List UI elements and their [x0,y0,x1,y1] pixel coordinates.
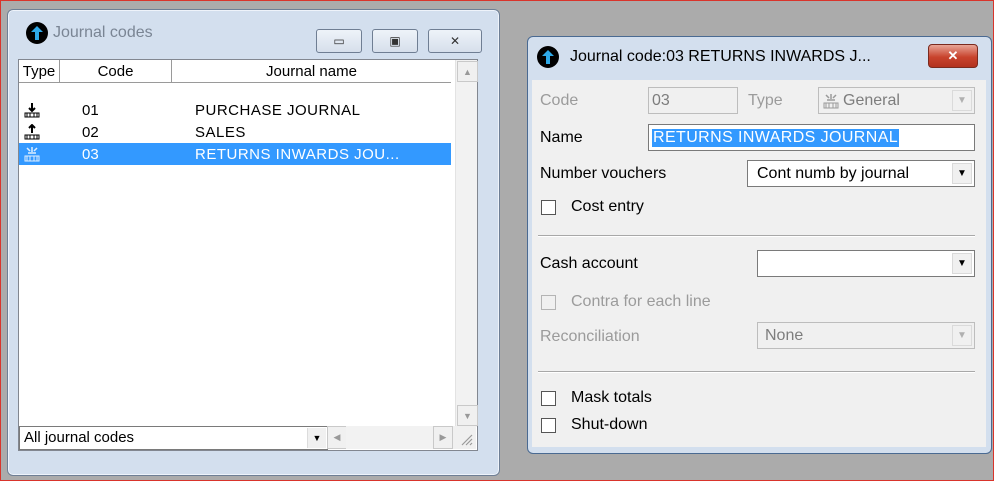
close-button[interactable]: ✕ [428,29,482,53]
scroll-right-arrow-icon[interactable]: ▶ [433,426,453,449]
row-journal-name: RETURNS INWARDS JOU... [195,145,400,163]
name-label: Name [540,129,583,146]
row-journal-name: PURCHASE JOURNAL [195,101,361,119]
table-row[interactable]: 01 PURCHASE JOURNAL [19,99,451,121]
name-input-value: RETURNS INWARDS JOURNAL [652,128,900,147]
journal-code-title: Journal code:03 RETURNS INWARDS J... [570,48,871,65]
scroll-left-arrow-icon[interactable]: ◀ [327,426,347,449]
chevron-down-icon[interactable]: ▼ [952,163,972,184]
type-dropdown: General ▼ [818,87,975,114]
reconciliation-dropdown: None ▼ [757,322,975,349]
mask-totals-label: Mask totals [571,389,652,406]
chevron-down-icon[interactable]: ▼ [952,253,972,274]
close-icon: ✕ [449,34,461,48]
scroll-down-arrow-icon[interactable]: ▼ [457,405,478,426]
name-input[interactable]: RETURNS INWARDS JOURNAL [648,124,975,151]
row-journal-name: SALES [195,123,246,141]
journal-codes-title: Journal codes [53,24,153,41]
table-row[interactable]: 02 SALES [19,121,451,143]
close-icon: ✕ [947,48,959,63]
code-field: 03 [648,87,738,114]
app-logo-icon [537,46,559,68]
type-value: General [843,91,900,109]
column-header-type[interactable]: Type [19,60,60,83]
divider [538,371,975,373]
chevron-down-icon: ▼ [952,325,972,346]
cost-entry-label: Cost entry [571,198,644,215]
list-footer: All journal codes ▼ ◀ ▶ [19,426,476,450]
maximize-button[interactable]: ▣ [372,29,418,53]
cost-entry-checkbox[interactable] [541,200,556,215]
horizontal-scrollbar-track[interactable] [346,426,433,449]
maximize-icon: ▣ [389,34,401,48]
contra-label: Contra for each line [571,293,711,310]
row-code: 02 [82,123,99,141]
general-journal-icon [24,147,40,162]
scroll-up-arrow-icon[interactable]: ▲ [457,61,478,82]
general-journal-icon [823,93,839,108]
journal-codes-list[interactable]: Type Code Journal name 01 PURCHASE JOURN… [18,59,478,451]
column-header-code[interactable]: Code [60,60,172,83]
shut-down-checkbox[interactable] [541,418,556,433]
row-code: 03 [82,145,99,163]
reconciliation-value: None [765,326,804,344]
app-logo-icon [26,22,48,44]
vertical-scrollbar[interactable]: ▲ ▼ [455,60,478,427]
code-label: Code [540,92,579,109]
cash-account-dropdown[interactable]: ▼ [757,250,975,277]
purchase-journal-icon [24,103,40,118]
type-label: Type [748,92,783,109]
filter-dropdown[interactable]: All journal codes ▼ [19,426,328,450]
cash-account-label: Cash account [540,255,638,272]
mask-totals-checkbox[interactable] [541,391,556,406]
close-button[interactable]: ✕ [928,44,978,68]
filter-dropdown-value: All journal codes [24,429,135,446]
sales-journal-icon [24,124,40,140]
chevron-down-icon: ▼ [952,90,972,111]
table-row-selected[interactable]: 03 RETURNS INWARDS JOU... [19,143,451,165]
contra-checkbox [541,295,556,310]
chevron-down-icon[interactable]: ▼ [307,428,326,448]
row-code: 01 [82,101,99,119]
minimize-button[interactable]: ▭ [316,29,362,53]
resize-grip-icon[interactable] [459,432,473,446]
code-value: 03 [652,91,670,109]
reconciliation-label: Reconciliation [540,328,640,345]
minimize-icon: ▭ [333,34,345,48]
column-header-journal-name[interactable]: Journal name [172,60,451,83]
number-vouchers-value: Cont numb by journal [757,164,910,182]
number-vouchers-label: Number vouchers [540,165,667,182]
number-vouchers-dropdown[interactable]: Cont numb by journal ▼ [747,160,975,187]
shut-down-label: Shut-down [571,416,648,433]
divider [538,235,975,237]
